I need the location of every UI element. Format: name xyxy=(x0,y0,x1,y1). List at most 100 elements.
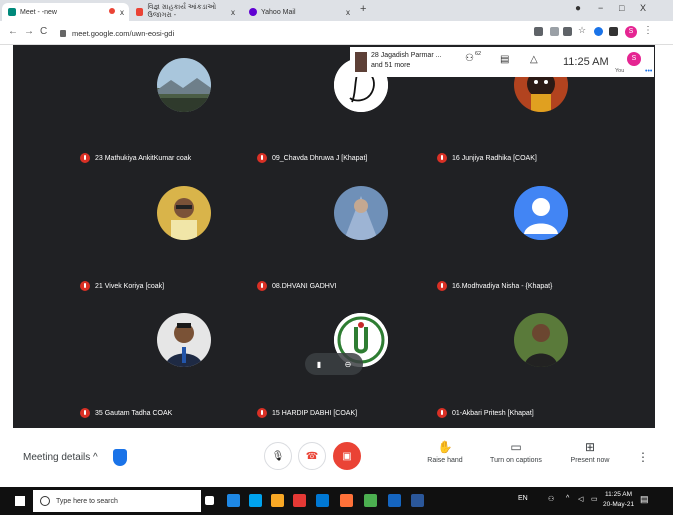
presenter-label: 28 Jagadish Parmar ... and 51 more xyxy=(371,52,442,69)
participant-avatar xyxy=(157,313,211,367)
language-indicator[interactable]: EN xyxy=(518,495,528,502)
participant-avatar xyxy=(334,186,388,240)
meeting-info-bar: 28 Jagadish Parmar ... and 51 more ⚇ 62 … xyxy=(350,47,654,77)
raise-hand-button[interactable]: ✋ Raise hand xyxy=(415,440,475,464)
mail-icon[interactable] xyxy=(388,494,401,507)
participant-name: 08.DHVANI GADHVI xyxy=(257,281,336,291)
mic-off-icon xyxy=(437,408,447,418)
participant-name: 21 Vivek Koriya [coak] xyxy=(80,281,164,291)
edge-icon[interactable] xyxy=(227,494,240,507)
new-tab-button[interactable]: + xyxy=(360,3,366,15)
forward-arrow-icon[interactable]: → xyxy=(24,26,34,37)
microphone-icon[interactable] xyxy=(183,496,196,509)
participant-name: 35 Gautam Tadha COAK xyxy=(80,408,172,418)
participant-avatar xyxy=(514,313,568,367)
windows-start-icon[interactable] xyxy=(15,496,25,506)
present-now-button[interactable]: ⊞ Present now xyxy=(560,440,620,464)
participant-count: 62 xyxy=(475,51,482,57)
close-window-button[interactable]: X xyxy=(640,3,646,13)
close-tab-icon[interactable]: x xyxy=(346,8,350,17)
captions-icon: ▭ xyxy=(510,440,522,454)
default-person-icon xyxy=(514,186,568,240)
profile-avatar[interactable]: S xyxy=(625,26,637,38)
key-icon[interactable] xyxy=(550,27,559,36)
chrome-account-icon[interactable]: ● xyxy=(575,3,581,14)
tile-hover-controls: ▮ ⊖ xyxy=(305,353,363,375)
camera-off-button[interactable]: ▣ xyxy=(333,442,361,470)
close-tab-icon[interactable]: x xyxy=(231,8,235,17)
maximize-button[interactable]: □ xyxy=(619,3,624,13)
participant-name: 23 Mathukiya AnkitKumar coak xyxy=(80,153,191,163)
stage-edge xyxy=(655,45,673,428)
present-icon: ⊞ xyxy=(584,440,596,454)
more-options-icon[interactable]: ⋮ xyxy=(637,450,649,464)
search-placeholder: Type here to search xyxy=(56,497,118,505)
chat-icon[interactable]: ▤ xyxy=(500,54,509,65)
back-arrow-icon[interactable]: ← xyxy=(8,26,18,37)
gmail-favicon-icon xyxy=(136,8,144,16)
participant-name: 09_Chavda Dhruwa J [Khapat] xyxy=(257,153,367,163)
firefox-icon[interactable] xyxy=(340,494,353,507)
participant-name: 01-Akbari Pritesh [Khapat] xyxy=(437,408,534,418)
close-tab-icon[interactable]: x xyxy=(120,8,124,17)
meet-control-bar: Meeting details ^ 🎙 ☎ ▣ ✋ Raise hand ▭ T… xyxy=(0,428,673,487)
pin-icon[interactable]: ▮ xyxy=(317,360,321,369)
minimize-button[interactable]: − xyxy=(598,3,603,13)
extension-icon[interactable] xyxy=(594,27,603,36)
more-dots-icon[interactable]: ••• xyxy=(645,68,652,75)
puzzle-extensions-icon[interactable] xyxy=(609,27,618,36)
store-icon[interactable] xyxy=(249,494,262,507)
volume-icon[interactable]: ◁ xyxy=(578,495,583,503)
star-bookmark-icon[interactable]: ☆ xyxy=(578,25,587,35)
chrome-menu-icon[interactable]: ⋮ xyxy=(643,25,653,36)
mic-off-icon xyxy=(437,281,447,291)
taskbar-search[interactable]: Type here to search xyxy=(33,490,201,512)
word-icon[interactable] xyxy=(411,494,424,507)
recording-dot-icon xyxy=(109,8,115,14)
address-bar: ← → C meet.google.com/uwn-eosi-gdi ☆ S ⋮ xyxy=(0,21,673,45)
mic-off-icon xyxy=(257,408,267,418)
camera-icon[interactable] xyxy=(534,27,543,36)
chrome-icon[interactable] xyxy=(293,494,306,507)
participant-tile[interactable]: 01-Akbari Pritesh [Khapat] xyxy=(434,300,648,427)
translate-icon[interactable] xyxy=(563,27,572,36)
task-view-icon[interactable] xyxy=(205,496,214,505)
tab-gmail[interactable]: વિજ્ઞ ગ્રાહકાર્ય આંકડાઓ ઉજાગરા - x xyxy=(130,3,240,21)
url-field[interactable]: meet.google.com/uwn-eosi-gdi xyxy=(60,24,520,42)
browser-tab-strip: Meet - -new x વિજ્ઞ ગ્રાહકાર્ય આંકડાઓ ઉજ… xyxy=(0,0,673,21)
people-icon[interactable]: ⚇ xyxy=(465,53,474,64)
taskbar-clock[interactable]: 11:25 AM 20-May-21 xyxy=(603,490,634,510)
activities-icon[interactable]: △ xyxy=(530,54,538,65)
leave-call-button[interactable]: ☎ xyxy=(298,442,326,470)
yahoo-favicon-icon xyxy=(249,8,257,16)
microphone-icon: 🎙 xyxy=(271,450,285,462)
mic-button[interactable]: 🎙 xyxy=(264,442,292,470)
tab-meet[interactable]: Meet - -new x xyxy=(2,3,129,21)
edge-new-icon[interactable] xyxy=(316,494,329,507)
meet-favicon-icon xyxy=(8,8,16,16)
participant-tile[interactable]: 16.Modhvadiya Nisha - {Khapat} xyxy=(434,173,648,300)
self-label: You xyxy=(615,68,625,74)
notification-icon[interactable]: ▤ xyxy=(640,494,649,505)
participant-avatar xyxy=(157,58,211,112)
presenter-thumbnail xyxy=(355,52,367,72)
reload-icon[interactable]: C xyxy=(40,26,47,37)
shield-icon[interactable] xyxy=(113,449,127,466)
mic-off-icon xyxy=(257,153,267,163)
lock-icon xyxy=(60,29,66,37)
cortana-icon xyxy=(40,496,50,506)
people-tray-icon[interactable]: ⚇ xyxy=(548,495,554,503)
more-options-icon[interactable]: ⊖ xyxy=(345,360,352,369)
hand-icon: ✋ xyxy=(437,440,453,454)
network-icon[interactable]: ▭ xyxy=(591,495,598,503)
participant-name: 15 HARDIP DABHI [COAK] xyxy=(257,408,357,418)
meeting-details-button[interactable]: Meeting details ^ xyxy=(23,452,98,463)
app-icon[interactable] xyxy=(364,494,377,507)
tray-chevron-icon[interactable]: ^ xyxy=(566,495,569,502)
participant-avatar xyxy=(157,186,211,240)
mic-off-icon xyxy=(80,408,90,418)
captions-button[interactable]: ▭ Turn on captions xyxy=(486,440,546,464)
tab-yahoo-mail[interactable]: Yahoo Mail x xyxy=(243,3,355,21)
file-explorer-icon[interactable] xyxy=(271,494,284,507)
hang-up-icon: ☎ xyxy=(305,450,319,462)
